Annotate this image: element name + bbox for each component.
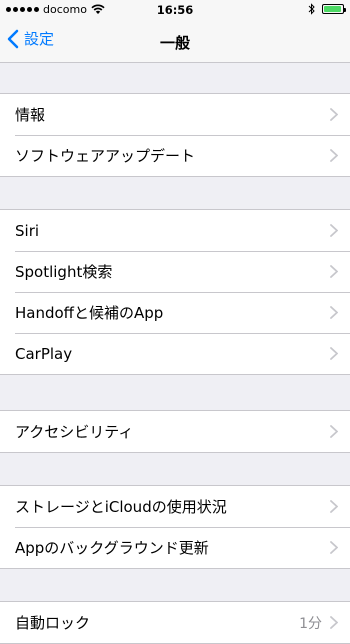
row-label: ストレージとiCloudの使用状況 bbox=[15, 498, 227, 516]
battery-fill bbox=[324, 6, 342, 12]
settings-group: Siri Spotlight検索 Handoffと候補のApp CarPlay bbox=[0, 209, 350, 375]
settings-row-carplay[interactable]: CarPlay bbox=[0, 333, 350, 374]
settings-row-handoff[interactable]: Handoffと候補のApp bbox=[0, 292, 350, 333]
chevron-right-icon bbox=[330, 306, 338, 319]
row-label: Appのバックグラウンド更新 bbox=[15, 539, 209, 557]
battery-tip bbox=[344, 8, 346, 12]
chevron-right-icon bbox=[330, 347, 338, 360]
chevron-right-icon bbox=[330, 224, 338, 237]
settings-group: アクセシビリティ bbox=[0, 410, 350, 453]
settings-row-spotlight[interactable]: Spotlight検索 bbox=[0, 251, 350, 292]
chevron-right-icon bbox=[330, 149, 338, 162]
battery-icon bbox=[322, 4, 346, 14]
row-label: Handoffと候補のApp bbox=[15, 304, 164, 322]
settings-row-background-refresh[interactable]: Appのバックグラウンド更新 bbox=[0, 527, 350, 568]
settings-row-siri[interactable]: Siri bbox=[0, 210, 350, 251]
chevron-right-icon bbox=[330, 265, 338, 278]
settings-row-software-update[interactable]: ソフトウェアアップデート bbox=[0, 135, 350, 176]
settings-row-about[interactable]: 情報 bbox=[0, 94, 350, 135]
row-label: 情報 bbox=[15, 106, 46, 124]
settings-row-accessibility[interactable]: アクセシビリティ bbox=[0, 411, 350, 452]
navigation-bar: 設定 一般 bbox=[0, 20, 350, 63]
row-label: アクセシビリティ bbox=[15, 423, 134, 441]
settings-group: 情報 ソフトウェアアップデート bbox=[0, 93, 350, 177]
chevron-right-icon bbox=[330, 108, 338, 121]
chevron-right-icon bbox=[330, 541, 338, 554]
row-label: ソフトウェアアップデート bbox=[15, 147, 196, 165]
page-title: 一般 bbox=[159, 34, 190, 52]
row-label: CarPlay bbox=[15, 344, 73, 363]
chevron-right-icon bbox=[330, 425, 338, 438]
status-bar: docomo 16:56 bbox=[0, 0, 350, 20]
row-label: Siri bbox=[15, 221, 40, 240]
row-label: Spotlight検索 bbox=[15, 263, 113, 281]
chevron-right-icon bbox=[330, 500, 338, 513]
settings-row-storage-icloud[interactable]: ストレージとiCloudの使用状況 bbox=[0, 486, 350, 527]
status-right bbox=[308, 3, 346, 15]
settings-group: ストレージとiCloudの使用状況 Appのバックグラウンド更新 bbox=[0, 485, 350, 569]
bluetooth-icon bbox=[308, 3, 315, 15]
status-time: 16:56 bbox=[156, 3, 194, 17]
